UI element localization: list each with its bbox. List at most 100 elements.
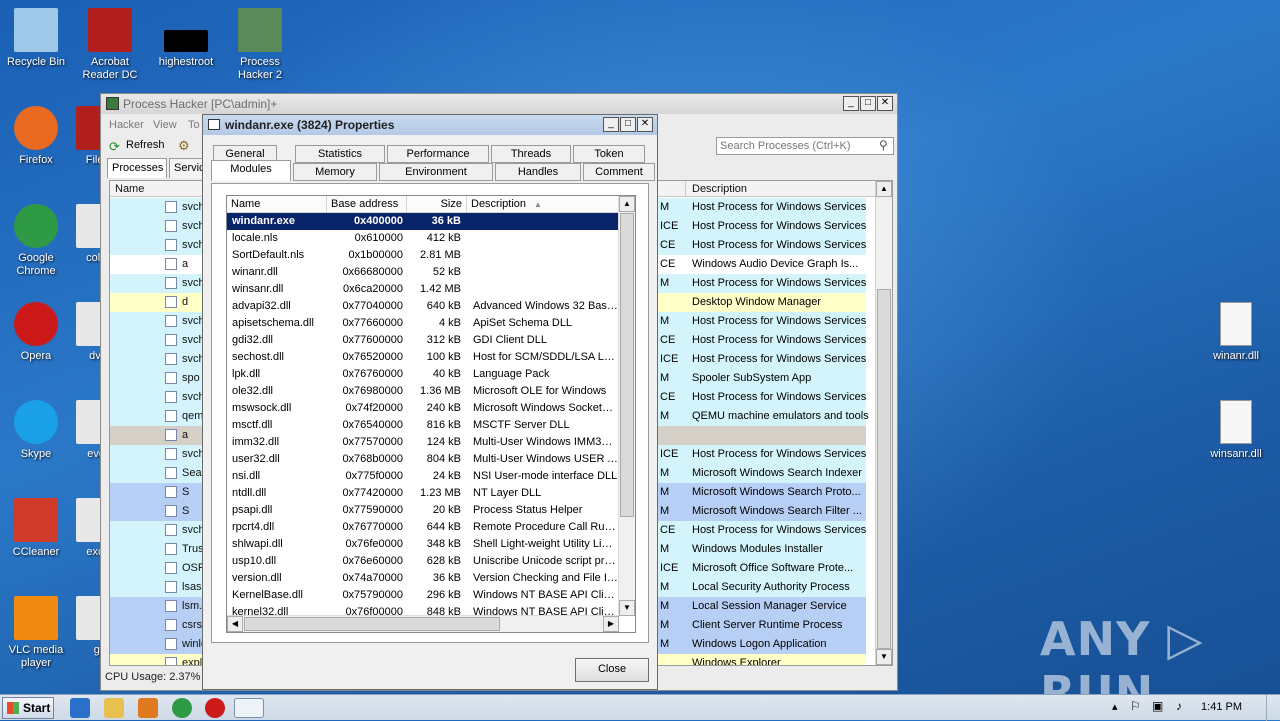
module-row[interactable]: KernelBase.dll 0x75790000 296 kB Windows NT… bbox=[227, 587, 619, 604]
tab-services[interactable]: Servic bbox=[169, 158, 205, 178]
module-row[interactable]: shlwapi.dll 0x76fe0000 348 kB Shell Light-w… bbox=[227, 536, 619, 553]
process-icon bbox=[165, 467, 177, 479]
scroll-thumb[interactable] bbox=[620, 213, 634, 517]
flag-icon[interactable]: ⚐ bbox=[1130, 699, 1141, 713]
module-row[interactable]: winsanr.dll 0x6ca20000 1.42 MB bbox=[227, 281, 619, 298]
desktop-dll-file-1[interactable]: winsanr.dll bbox=[1200, 400, 1272, 461]
maximize-button[interactable]: □ bbox=[620, 117, 636, 132]
process-hacker-taskbar-icon[interactable] bbox=[234, 698, 264, 718]
tab-token[interactable]: Token bbox=[573, 145, 645, 163]
desktop-icon-label: Process Hacker 2 bbox=[237, 56, 283, 81]
desktop-icon-0[interactable]: Recycle Bin bbox=[0, 8, 72, 69]
module-row[interactable]: gdi32.dll 0x77600000 312 kB GDI Client DLL bbox=[227, 332, 619, 349]
hscroll-thumb[interactable] bbox=[244, 617, 500, 631]
module-row[interactable]: SortDefault.nls 0x1b00000 2.81 MB bbox=[227, 247, 619, 264]
desktop-dll-file-0[interactable]: winanr.dll bbox=[1200, 302, 1272, 363]
clock[interactable]: 1:41 PM bbox=[1201, 701, 1242, 713]
volume-icon[interactable]: ♪ bbox=[1176, 699, 1182, 713]
modules-vscroll[interactable]: ▲ ▼ bbox=[618, 196, 635, 616]
ph-titlebar[interactable]: Process Hacker [PC\admin]+ _ □ ✕ bbox=[101, 94, 897, 114]
tab-environment[interactable]: Environment bbox=[379, 163, 493, 181]
minimize-button[interactable]: _ bbox=[843, 96, 859, 111]
module-row[interactable]: advapi32.dll 0x77040000 640 kB Advanced Win… bbox=[227, 298, 619, 315]
close-dialog-button[interactable]: Close bbox=[575, 658, 649, 682]
module-row[interactable]: winanr.dll 0x66680000 52 kB bbox=[227, 264, 619, 281]
scroll-up-icon[interactable]: ▲ bbox=[876, 181, 892, 197]
maximize-button[interactable]: □ bbox=[860, 96, 876, 111]
tab-memory[interactable]: Memory bbox=[293, 163, 377, 181]
menu-tools[interactable]: To bbox=[188, 119, 200, 131]
process-description: Host Process for Windows Services bbox=[692, 220, 867, 232]
col-size[interactable]: Size bbox=[407, 196, 467, 213]
search-processes-input[interactable]: Search Processes (Ctrl+K) bbox=[716, 137, 894, 155]
desktop-icon-label: winanr.dll bbox=[1213, 350, 1259, 362]
dll-file-icon bbox=[1220, 400, 1252, 444]
module-row[interactable]: msctf.dll 0x76540000 816 kB MSCTF Server DL… bbox=[227, 417, 619, 434]
scroll-up-icon[interactable]: ▲ bbox=[619, 196, 635, 212]
refresh-button[interactable]: Refresh bbox=[126, 139, 165, 151]
tab-performance[interactable]: Performance bbox=[387, 145, 489, 163]
module-row[interactable]: ole32.dll 0x76980000 1.36 MB Microsoft OLE … bbox=[227, 383, 619, 400]
module-row[interactable]: imm32.dll 0x77570000 124 kB Multi-User Wind… bbox=[227, 434, 619, 451]
process-user: CE bbox=[660, 334, 676, 346]
scroll-right-icon[interactable]: ▶ bbox=[603, 616, 619, 632]
module-row[interactable]: psapi.dll 0x77590000 20 kB Process Status H… bbox=[227, 502, 619, 519]
module-name: locale.nls bbox=[232, 232, 278, 244]
module-row[interactable]: mswsock.dll 0x74f20000 240 kB Microsoft Win… bbox=[227, 400, 619, 417]
tab-statistics[interactable]: Statistics bbox=[295, 145, 385, 163]
module-row[interactable]: user32.dll 0x768b0000 804 kB Multi-User Win… bbox=[227, 451, 619, 468]
tab-threads[interactable]: Threads bbox=[491, 145, 571, 163]
scroll-left-icon[interactable]: ◀ bbox=[227, 616, 243, 632]
scroll-thumb[interactable] bbox=[877, 289, 891, 649]
desktop-icon-1[interactable]: Acrobat Reader DC bbox=[74, 8, 146, 82]
opera-icon[interactable] bbox=[205, 698, 225, 718]
module-row[interactable]: windanr.exe 0x400000 36 kB bbox=[227, 213, 619, 230]
menu-hacker[interactable]: Hacker bbox=[109, 119, 144, 131]
search-icon[interactable]: ⚲ bbox=[879, 138, 888, 152]
close-button[interactable]: ✕ bbox=[877, 96, 893, 111]
module-row[interactable]: usp10.dll 0x76e60000 628 kB Uniscribe Unico… bbox=[227, 553, 619, 570]
module-row[interactable]: version.dll 0x74a70000 36 kB Version Checki… bbox=[227, 570, 619, 587]
module-row[interactable]: lpk.dll 0x76760000 40 kB Language Pack bbox=[227, 366, 619, 383]
module-desc: Multi-User Windows USER A... bbox=[473, 453, 618, 465]
start-button[interactable]: Start bbox=[2, 697, 54, 719]
module-desc: ApiSet Schema DLL bbox=[473, 317, 573, 329]
ie-icon[interactable] bbox=[70, 698, 90, 718]
tab-processes[interactable]: Processes bbox=[107, 158, 167, 178]
scroll-down-icon[interactable]: ▼ bbox=[876, 649, 892, 665]
module-row[interactable]: nsi.dll 0x775f0000 24 kB NSI User-mode inte… bbox=[227, 468, 619, 485]
tab-handles[interactable]: Handles bbox=[495, 163, 581, 181]
module-name: ntdll.dll bbox=[232, 487, 267, 499]
col-module-name[interactable]: Name bbox=[227, 196, 327, 213]
process-description: Host Process for Windows Services bbox=[692, 448, 867, 460]
tab-comment[interactable]: Comment bbox=[583, 163, 655, 181]
process-list-scrollbar[interactable]: ▲ ▼ bbox=[875, 181, 892, 665]
tray-chevron-icon[interactable]: ▴ bbox=[1112, 700, 1118, 713]
module-base: 0x400000 bbox=[354, 215, 403, 227]
menu-view[interactable]: View bbox=[153, 119, 177, 131]
tab-modules[interactable]: Modules bbox=[211, 160, 291, 181]
explorer-icon[interactable] bbox=[104, 698, 124, 718]
col-description[interactable]: Description ▲ bbox=[467, 196, 619, 213]
desktop-icon-3[interactable]: Process Hacker 2 bbox=[224, 8, 296, 82]
module-row[interactable]: rpcrt4.dll 0x76770000 644 kB Remote Procedu… bbox=[227, 519, 619, 536]
module-row[interactable]: sechost.dll 0x76520000 100 kB Host for SCM/… bbox=[227, 349, 619, 366]
network-icon[interactable]: ▣ bbox=[1152, 699, 1163, 713]
desktop-icon-2[interactable]: highestroot bbox=[150, 8, 222, 69]
chrome-icon[interactable] bbox=[172, 698, 192, 718]
module-row[interactable]: ntdll.dll 0x77420000 1.23 MB NT Layer DLL bbox=[227, 485, 619, 502]
props-titlebar[interactable]: windanr.exe (3824) Properties _ □ ✕ bbox=[203, 115, 657, 135]
process-description: QEMU machine emulators and tools bbox=[692, 410, 869, 422]
scroll-down-icon[interactable]: ▼ bbox=[619, 600, 635, 616]
col-description[interactable]: Description bbox=[692, 183, 747, 195]
module-row[interactable]: apisetschema.dll 0x77660000 4 kB ApiSet Sch… bbox=[227, 315, 619, 332]
minimize-button[interactable]: _ bbox=[603, 117, 619, 132]
close-button[interactable]: ✕ bbox=[637, 117, 653, 132]
options-icon[interactable]: ⚙ bbox=[178, 138, 190, 154]
media-player-icon[interactable] bbox=[138, 698, 158, 718]
show-desktop-button[interactable] bbox=[1266, 695, 1280, 721]
modules-hscroll[interactable]: ◀ ▶ bbox=[227, 615, 619, 632]
col-name[interactable]: Name bbox=[115, 183, 144, 195]
module-row[interactable]: locale.nls 0x610000 412 kB bbox=[227, 230, 619, 247]
col-base-address[interactable]: Base address bbox=[327, 196, 407, 213]
